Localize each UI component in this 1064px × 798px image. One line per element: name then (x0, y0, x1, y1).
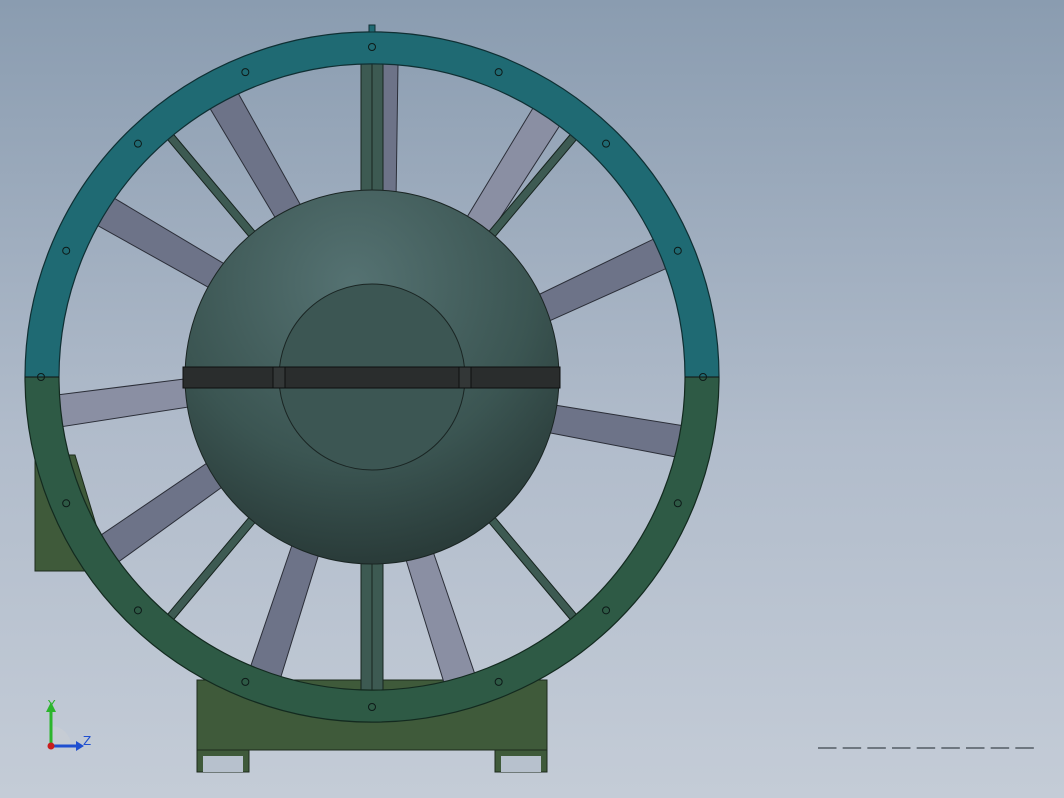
fan-blade (539, 402, 689, 459)
fan-blade (247, 535, 323, 684)
fan-blade (206, 86, 306, 229)
scale-bar-segment (892, 747, 911, 749)
diagonal-strut (483, 511, 579, 622)
scale-bar-segment (966, 747, 985, 749)
hub-band-clamp (182, 366, 561, 389)
orientation-triad: Y Z (46, 698, 91, 751)
fan-blade (528, 235, 674, 326)
z-axis-label: Z (83, 734, 91, 748)
fan-blade (402, 541, 478, 691)
fan-blade (50, 377, 200, 429)
scale-bar-segment (867, 747, 886, 749)
scale-bar-segment (818, 747, 837, 749)
scale-bar-segment (990, 747, 1010, 749)
fan-model[interactable] (0, 0, 1064, 798)
scale-bar-segment (941, 747, 960, 749)
fan-blade (91, 193, 234, 294)
scale-bar-segment (842, 747, 862, 749)
y-axis-label: Y (47, 698, 56, 712)
scale-bar-segment (916, 747, 936, 749)
scale-bar (818, 747, 1034, 749)
scale-bar-segment (1015, 747, 1034, 749)
graphics-viewport[interactable]: Y Z (0, 0, 1064, 798)
origin-dot (47, 742, 55, 750)
fan-blade (94, 457, 232, 567)
diagonal-strut (165, 511, 261, 622)
